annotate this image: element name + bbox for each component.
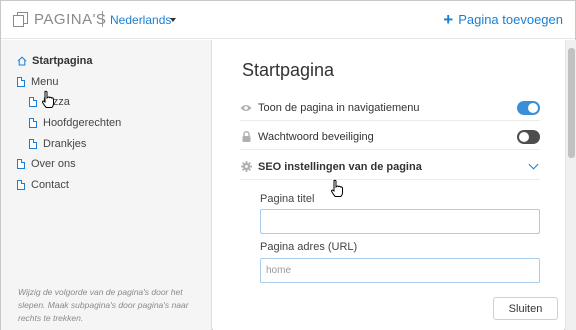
add-page-button[interactable]: + Pagina toevoegen xyxy=(443,10,563,29)
show-in-menu-toggle[interactable] xyxy=(517,101,540,115)
page-icon xyxy=(29,97,37,107)
setting-label: Toon de pagina in navigatiemenu xyxy=(258,101,420,114)
plus-icon: + xyxy=(443,10,454,29)
gear-icon xyxy=(240,161,252,172)
page-icon xyxy=(17,159,25,169)
setting-label: SEO instellingen van de pagina xyxy=(258,160,422,173)
page-title: Startpagina xyxy=(242,60,335,80)
close-button[interactable]: Sluiten xyxy=(493,297,558,320)
page-title-field-label: Pagina titel xyxy=(260,193,315,205)
page-icon xyxy=(29,139,37,149)
sidebar-item-contact[interactable]: Contact xyxy=(17,179,69,191)
page-title-input[interactable] xyxy=(260,209,540,234)
sidebar-item-over-ons[interactable]: Over ons xyxy=(17,158,76,170)
setting-password: Wachtwoord beveiliging xyxy=(240,124,540,150)
sidebar-item-label: Contact xyxy=(31,179,69,191)
page-url-input[interactable] xyxy=(260,258,540,283)
sidebar-item-label: Hoofdgerechten xyxy=(43,117,122,129)
setting-label: Wachtwoord beveiliging xyxy=(258,130,374,143)
sidebar-hint: Wijzig de volgorde van de pagina's door … xyxy=(18,287,189,323)
sidebar-item-label: Drankjes xyxy=(43,138,87,150)
sidebar-item-hoofdgerechten[interactable]: Hoofdgerechten xyxy=(29,117,121,129)
page-icon xyxy=(17,77,25,87)
hand-cursor-icon xyxy=(42,90,54,108)
pages-dialog: PAGINA'S Nederlands + Pagina toevoegen S… xyxy=(0,0,576,330)
scrollbar[interactable] xyxy=(565,40,576,330)
sidebar-item-menu[interactable]: Menu xyxy=(17,76,59,88)
page-tree-sidebar: Startpagina Menu Pizza Hoofdgerechten Dr… xyxy=(1,40,212,330)
add-page-label: Pagina toevoegen xyxy=(458,12,563,27)
sidebar-item-label: Menu xyxy=(31,76,59,88)
home-icon xyxy=(17,56,27,66)
password-toggle[interactable] xyxy=(517,130,540,144)
pages-logo-icon xyxy=(13,12,29,28)
title-divider xyxy=(102,11,103,27)
header: PAGINA'S Nederlands + Pagina toevoegen xyxy=(1,1,575,39)
lock-icon xyxy=(240,131,252,142)
sidebar-item-label: Over ons xyxy=(31,158,76,170)
hand-cursor-icon xyxy=(331,179,343,197)
sidebar-item-startpagina[interactable]: Startpagina xyxy=(17,55,93,67)
page-settings-panel: Startpagina Toon de pagina in navigatiem… xyxy=(213,40,564,330)
language-selector[interactable]: Nederlands xyxy=(110,13,171,27)
caret-down-icon[interactable] xyxy=(170,18,176,22)
page-icon xyxy=(17,180,25,190)
sidebar-item-drankjes[interactable]: Drankjes xyxy=(29,138,86,150)
page-url-field-label: Pagina adres (URL) xyxy=(260,241,358,253)
app-title: PAGINA'S xyxy=(34,11,107,28)
page-icon xyxy=(29,118,37,128)
setting-show-in-menu: Toon de pagina in navigatiemenu xyxy=(240,95,540,121)
seo-settings-header[interactable]: SEO instellingen van de pagina xyxy=(240,154,540,180)
eye-icon xyxy=(240,104,252,112)
scrollbar-thumb[interactable] xyxy=(568,48,575,158)
sidebar-item-label: Startpagina xyxy=(32,55,93,67)
